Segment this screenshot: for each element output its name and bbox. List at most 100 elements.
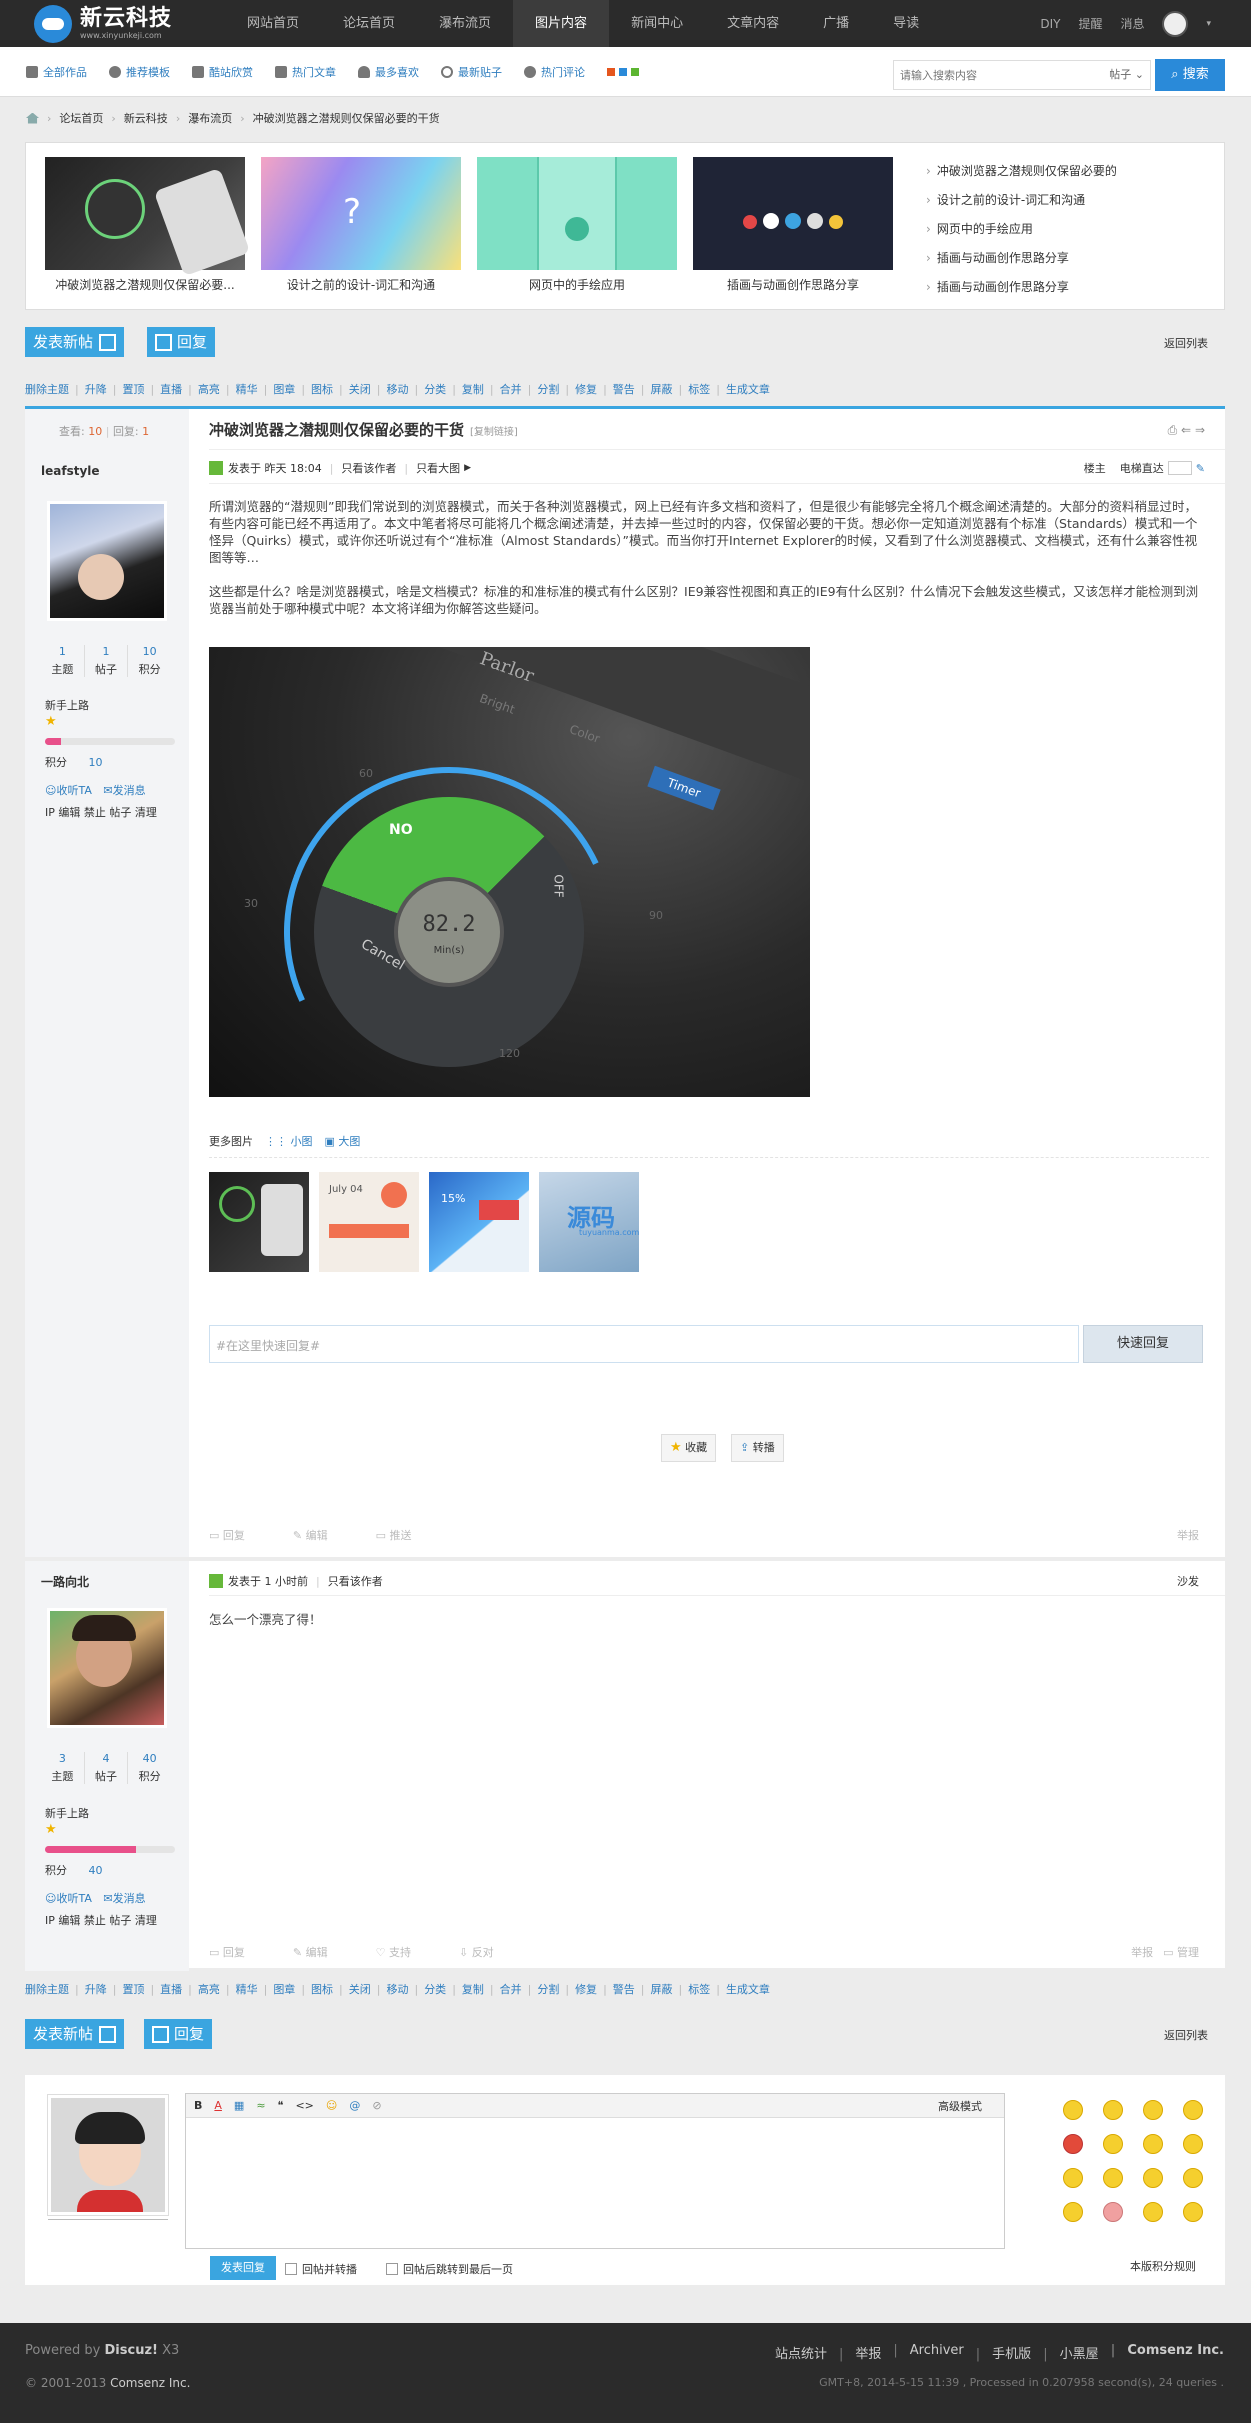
wrench-icon[interactable]: ✎ bbox=[1196, 462, 1205, 475]
print-icon[interactable]: ⎙ bbox=[1168, 423, 1178, 437]
slide-image-1[interactable] bbox=[45, 157, 251, 277]
slide-caption-4[interactable]: 插画与动画创作思路分享 bbox=[693, 276, 893, 293]
emoji-cool-icon[interactable] bbox=[1183, 2134, 1203, 2154]
post1-user-level[interactable]: 新手上路 bbox=[45, 697, 89, 713]
editor-textarea[interactable] bbox=[186, 2118, 1004, 2248]
mod-live[interactable]: 直播 bbox=[160, 1981, 192, 1997]
favorite-button[interactable]: ★ 收藏 bbox=[661, 1434, 717, 1462]
mod-generate[interactable]: 生成文章 bbox=[726, 381, 776, 397]
stat-threads[interactable]: 1 主题 bbox=[41, 645, 85, 677]
stat-points[interactable]: 40 积分 bbox=[128, 1752, 171, 1784]
points-rules-link[interactable]: 本版积分规则 bbox=[1130, 2258, 1196, 2274]
send-message-link[interactable]: ✉发消息 bbox=[103, 1892, 145, 1905]
stat-threads[interactable]: 3 主题 bbox=[41, 1752, 85, 1784]
slide-caption-2[interactable]: 设计之前的设计-词汇和沟通 bbox=[261, 276, 461, 293]
comsenz-link[interactable]: Comsenz Inc. bbox=[1111, 2343, 1224, 2362]
mod-delete[interactable]: 删除主题 bbox=[25, 381, 79, 397]
back-to-list-link[interactable]: 返回列表 bbox=[1164, 335, 1208, 351]
mod-highlight[interactable]: 高亮 bbox=[198, 1981, 230, 1997]
post2-avatar[interactable] bbox=[47, 1608, 167, 1728]
big-image-link[interactable]: 只看大图 bbox=[416, 460, 460, 476]
post1-admin-links[interactable]: IP 编辑 禁止 帖子 清理 bbox=[45, 803, 157, 823]
hot-thread-item[interactable]: 插画与动画创作思路分享 bbox=[926, 244, 1216, 273]
hot-thread-item[interactable]: 设计之前的设计-词汇和沟通 bbox=[926, 186, 1216, 215]
site-logo[interactable]: 新云科技 www.xinyunkeji.com bbox=[34, 4, 184, 44]
font-color-icon[interactable]: A bbox=[214, 2099, 222, 2112]
gallery-thumb-3[interactable]: 15% bbox=[429, 1172, 529, 1272]
code-icon[interactable]: <> bbox=[295, 2099, 313, 2112]
slide-image-2[interactable]: ? bbox=[261, 157, 461, 270]
sub-item-newest[interactable]: 最新贴子 bbox=[441, 64, 502, 80]
reply-button[interactable]: 回复 bbox=[147, 327, 216, 357]
mod-split[interactable]: 分割 bbox=[537, 1981, 569, 1997]
post1-push-link[interactable]: ▭ 推送 bbox=[376, 1527, 436, 1543]
post2-username[interactable]: 一路向北 bbox=[41, 1573, 89, 1590]
chevron-down-icon[interactable]: ▾ bbox=[1206, 19, 1211, 29]
post1-username[interactable]: leafstyle bbox=[41, 464, 100, 478]
post2-support-link[interactable]: ♡ 支持 bbox=[376, 1944, 435, 1960]
stat-posts[interactable]: 4 帖子 bbox=[85, 1752, 129, 1784]
next-icon[interactable]: ⇒ bbox=[1195, 423, 1205, 437]
post2-report-link[interactable]: 举报 bbox=[1131, 1944, 1153, 1960]
nav-item-home[interactable]: 网站首页 bbox=[225, 0, 321, 47]
blackroom-link[interactable]: 小黑屋 bbox=[1043, 2343, 1099, 2362]
emoji-angry-icon[interactable] bbox=[1063, 2134, 1083, 2154]
jump-input[interactable] bbox=[1167, 461, 1192, 475]
mod-repair[interactable]: 修复 bbox=[575, 1981, 607, 1997]
post2-manage-link[interactable]: ▭ 管理 bbox=[1163, 1944, 1199, 1960]
discuz-link[interactable]: Discuz! bbox=[105, 2343, 158, 2358]
emoji-grin-icon[interactable] bbox=[1143, 2100, 1163, 2120]
mod-digest[interactable]: 精华 bbox=[236, 1981, 268, 1997]
share-button[interactable]: ⇪ 转播 bbox=[731, 1434, 784, 1462]
stats-link[interactable]: 站点统计 bbox=[763, 2343, 827, 2362]
post2-edit-link[interactable]: ✎ 编辑 bbox=[293, 1944, 352, 1960]
slide-caption-1[interactable]: 冲破浏览器之潜规则仅保留必要... bbox=[45, 276, 245, 293]
emoji-tongue-icon[interactable] bbox=[1103, 2168, 1123, 2188]
hot-thread-item[interactable]: 网页中的手绘应用 bbox=[926, 215, 1216, 244]
prev-icon[interactable]: ⇐ bbox=[1181, 423, 1191, 437]
emoji-confused-icon[interactable] bbox=[1103, 2100, 1123, 2120]
emoji-sad-icon[interactable] bbox=[1143, 2202, 1163, 2222]
nav-item-waterfall[interactable]: 瀑布流页 bbox=[417, 0, 513, 47]
stat-posts[interactable]: 1 帖子 bbox=[85, 645, 129, 677]
gallery-thumb-1[interactable] bbox=[209, 1172, 309, 1272]
emoji-grimace-icon[interactable] bbox=[1183, 2168, 1203, 2188]
hot-thread-item[interactable]: 插画与动画创作思路分享 bbox=[926, 273, 1216, 302]
emoji-shock-icon[interactable] bbox=[1103, 2134, 1123, 2154]
author-only-link[interactable]: 只看该作者 bbox=[341, 460, 396, 476]
emoji-shy-icon[interactable] bbox=[1063, 2202, 1083, 2222]
mod-stick[interactable]: 置顶 bbox=[122, 381, 154, 397]
image-icon[interactable]: ▦ bbox=[234, 2099, 244, 2112]
mod-close[interactable]: 关闭 bbox=[349, 1981, 381, 1997]
back-to-list-link-bottom[interactable]: 返回列表 bbox=[1164, 2027, 1208, 2043]
nav-item-news[interactable]: 新闻中心 bbox=[609, 0, 705, 47]
mod-bump[interactable]: 升降 bbox=[85, 1981, 117, 1997]
hot-thread-item[interactable]: 冲破浏览器之潜规则仅保留必要的 bbox=[926, 157, 1216, 186]
message-link[interactable]: 消息 bbox=[1120, 15, 1144, 32]
mod-close[interactable]: 关闭 bbox=[349, 381, 381, 397]
mod-move[interactable]: 移动 bbox=[386, 1981, 418, 1997]
mod-stamp[interactable]: 图章 bbox=[273, 1981, 305, 1997]
sub-item-most-liked[interactable]: 最多喜欢 bbox=[358, 64, 419, 80]
mod-highlight[interactable]: 高亮 bbox=[198, 381, 230, 397]
breadcrumb-company[interactable]: 新云科技 bbox=[124, 110, 168, 126]
new-post-button-bottom[interactable]: 发表新帖 bbox=[25, 2019, 125, 2049]
nav-item-broadcast[interactable]: 广播 bbox=[801, 0, 871, 47]
color-green[interactable] bbox=[631, 68, 639, 76]
gallery-thumb-2[interactable]: July 04 bbox=[319, 1172, 419, 1272]
new-post-button[interactable]: 发表新帖 bbox=[25, 327, 125, 357]
jump-to-last-page-checkbox[interactable]: 回帖后跳转到最后一页 bbox=[386, 2261, 513, 2277]
quick-reply-input[interactable]: #在这里快速回复# bbox=[209, 1325, 1079, 1363]
follow-link[interactable]: ☺收听TA bbox=[45, 1892, 92, 1905]
copy-link[interactable]: [复制链接] bbox=[470, 423, 518, 438]
sub-item-all-works[interactable]: 全部作品 bbox=[26, 64, 87, 80]
reply-button-bottom[interactable]: 回复 bbox=[144, 2019, 213, 2049]
follow-link[interactable]: ☺收听TA bbox=[45, 784, 92, 797]
report-link[interactable]: 举报 bbox=[839, 2343, 881, 2362]
emoji-cry-icon[interactable] bbox=[1183, 2202, 1203, 2222]
emoji-blush-icon[interactable] bbox=[1103, 2202, 1123, 2222]
emoji-happy-icon[interactable] bbox=[1143, 2134, 1163, 2154]
search-input[interactable] bbox=[894, 61, 1084, 89]
send-message-link[interactable]: ✉发消息 bbox=[103, 784, 145, 797]
breadcrumb-thread[interactable]: 冲破浏览器之潜规则仅保留必要的干货 bbox=[253, 110, 440, 126]
